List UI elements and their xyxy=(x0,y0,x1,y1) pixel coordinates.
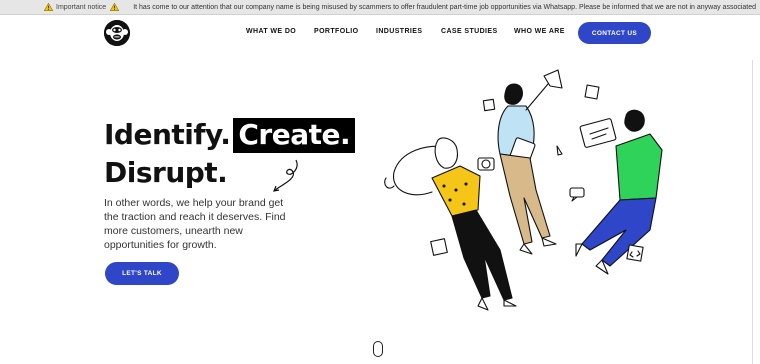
contact-us-button[interactable]: CONTACT US xyxy=(578,22,651,44)
hero-title-disrupt: Disrupt. xyxy=(104,156,228,189)
hero-illustration xyxy=(384,69,663,311)
notice-bar: Important notice It has come to our atte… xyxy=(0,0,760,15)
nav-who-we-are[interactable]: WHO WE ARE xyxy=(514,28,565,35)
nav-case-studies[interactable]: CASE STUDIES xyxy=(441,28,498,35)
hero-title-line-1: Identify. Create. xyxy=(104,116,356,154)
warning-icon xyxy=(44,3,53,11)
hero-description: In other words, we help your brand get t… xyxy=(104,197,286,251)
scroll-mouse-icon xyxy=(373,341,383,357)
lets-talk-button[interactable]: LET'S TALK xyxy=(105,262,179,285)
nav-industries[interactable]: INDUSTRIES xyxy=(376,28,422,35)
hero-title-highlight: Create. xyxy=(233,118,356,153)
notice-message: It has come to our attention that our co… xyxy=(133,3,757,11)
hero-title-identify: Identify. xyxy=(104,118,231,151)
woman-with-camera-figure xyxy=(392,137,517,311)
hero-title: Identify. Create. Disrupt. xyxy=(104,116,356,192)
man-with-laptop-figure xyxy=(575,109,663,275)
warning-icon xyxy=(110,3,120,11)
nav-what-we-do[interactable]: WHAT WE DO xyxy=(246,28,296,35)
right-border-line xyxy=(752,60,753,364)
nav-portfolio[interactable]: PORTFOLIO xyxy=(314,28,358,35)
man-with-megaphone-figure xyxy=(497,69,563,255)
notice-label: Important notice xyxy=(56,3,107,11)
squiggle-decoration xyxy=(273,159,298,192)
